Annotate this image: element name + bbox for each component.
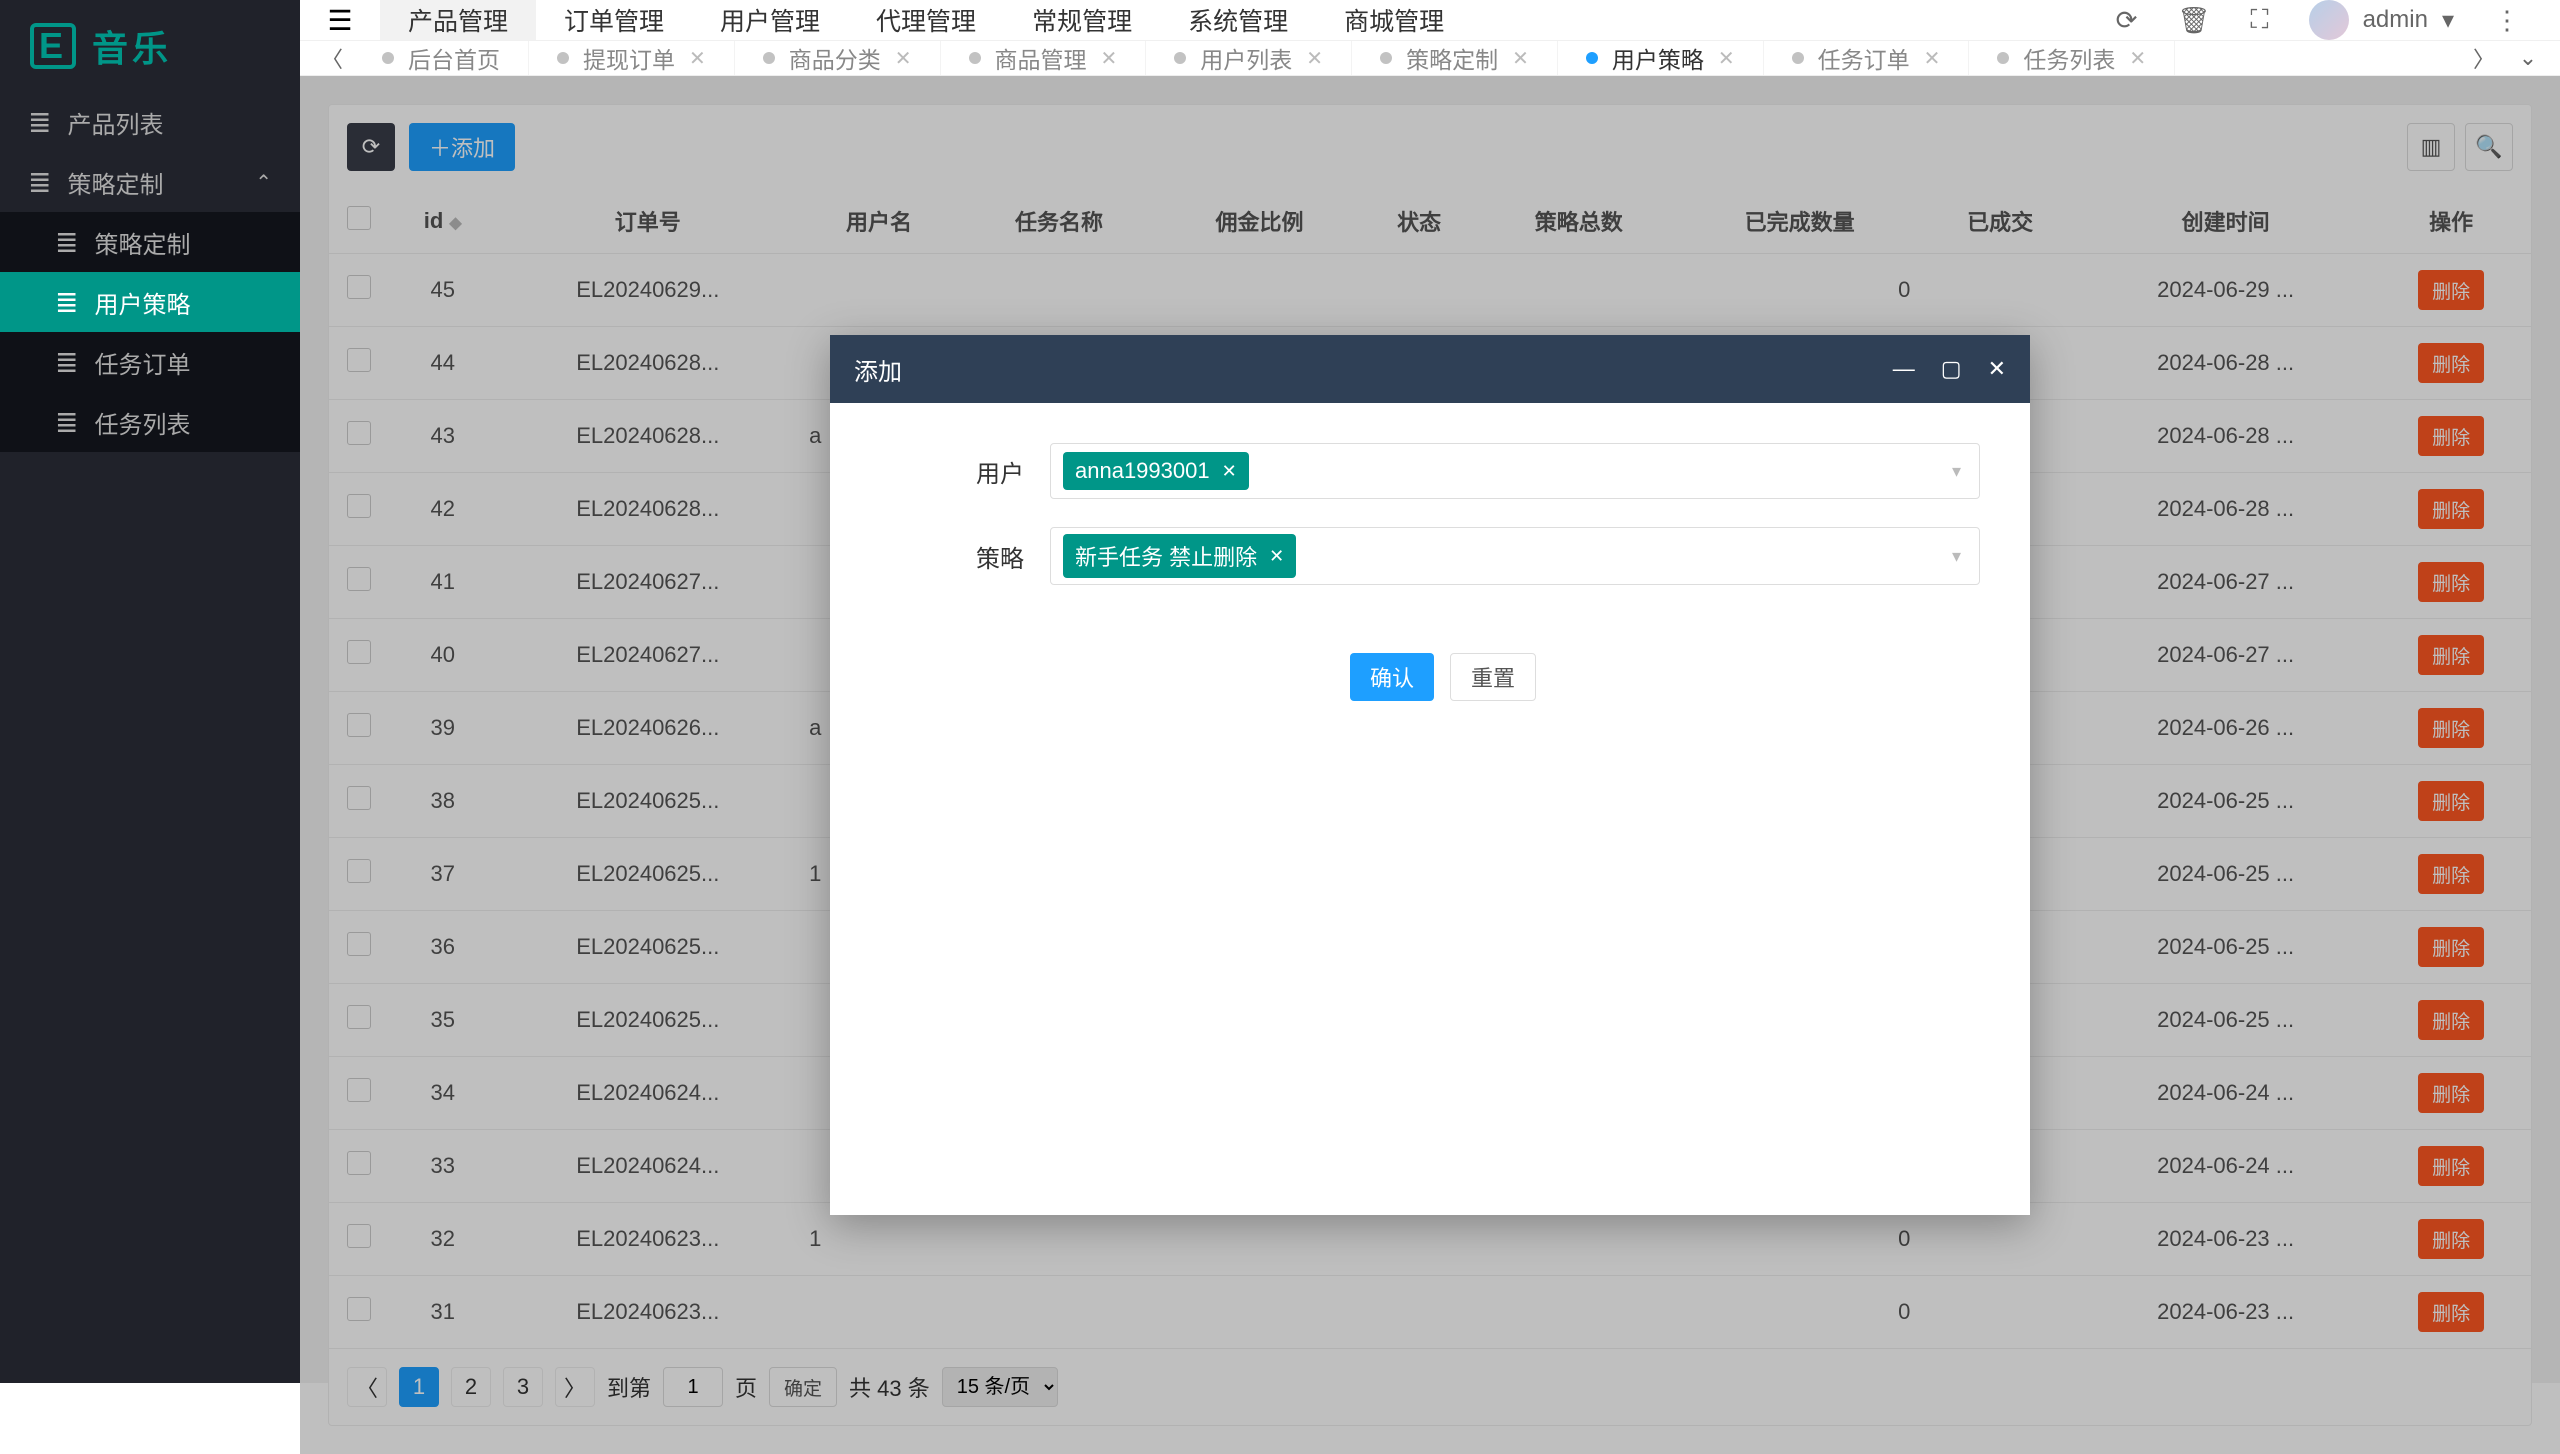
tab-label: 用户策略 [1612, 41, 1704, 75]
strategy-select[interactable]: 新手任务 禁止删除 ✕ ▾ [1050, 527, 1980, 585]
sidebar-item-label: 产品列表 [67, 105, 163, 140]
tab[interactable]: 后台首页 [354, 41, 529, 75]
topmenu-item[interactable]: 产品管理 [380, 0, 536, 40]
tab[interactable]: 任务列表 ✕ [1969, 41, 2175, 75]
caret-down-icon: ▾ [2442, 6, 2454, 35]
tab-label: 商品分类 [789, 41, 881, 75]
tab-dot-icon [763, 52, 775, 64]
tab-dot-icon [1586, 52, 1598, 64]
user-tag-remove-icon[interactable]: ✕ [1222, 461, 1237, 482]
sidebar-item-strategy-group[interactable]: 策略定制 ⌃ [0, 152, 300, 212]
more-icon[interactable]: ⋮ [2494, 5, 2520, 36]
sidebar-item-label: 策略定制 [67, 165, 163, 200]
fullscreen-icon[interactable]: ⛶ [2250, 4, 2268, 36]
tab-dot-icon [382, 52, 394, 64]
topmenu-item[interactable]: 商城管理 [1316, 0, 1472, 40]
tab-close-icon[interactable]: ✕ [2129, 46, 2146, 71]
topmenu-item[interactable]: 订单管理 [536, 0, 692, 40]
sidebar-item-label: 任务列表 [94, 405, 190, 440]
trash-icon[interactable]: 🗑 [2177, 5, 2210, 36]
strategy-tag-remove-icon[interactable]: ✕ [1269, 546, 1284, 567]
tabs-scroll-left[interactable]: 〈 [310, 41, 354, 75]
tab-label: 任务列表 [2023, 41, 2115, 75]
topmenu-item[interactable]: 代理管理 [848, 0, 1004, 40]
topmenu-item[interactable]: 用户管理 [692, 0, 848, 40]
sidebar-item-task-order[interactable]: 任务订单 [0, 332, 300, 392]
sidebar-item-task-list[interactable]: 任务列表 [0, 392, 300, 452]
form-label-strategy: 策略 [880, 539, 1050, 574]
tab-label: 提现订单 [583, 41, 675, 75]
header: ☰ 产品管理订单管理用户管理代理管理常规管理系统管理商城管理 ⟳ 🗑 ⛶ adm… [300, 0, 2560, 41]
tab-dot-icon [557, 52, 569, 64]
sidebar-item-strategy-custom[interactable]: 策略定制 [0, 212, 300, 272]
sidebar-toggle-button[interactable]: ☰ [300, 4, 380, 37]
refresh-icon[interactable]: ⟳ [2116, 5, 2138, 36]
tab-close-icon[interactable]: ✕ [1924, 46, 1941, 71]
user-tag-label: anna1993001 [1075, 458, 1210, 484]
tab[interactable]: 提现订单 ✕ [529, 41, 735, 75]
dialog-minimize-icon[interactable]: — [1893, 356, 1915, 382]
brand-text: 音乐 [92, 20, 172, 72]
sidebar-item-user-strategy[interactable]: 用户策略 [0, 272, 300, 332]
tab[interactable]: 商品管理 ✕ [941, 41, 1147, 75]
logo: E 音乐 [0, 0, 300, 92]
sidebar-item-label: 任务订单 [94, 345, 190, 380]
list-icon [55, 286, 78, 319]
sidebar-item-label: 策略定制 [94, 225, 190, 260]
form-label-user: 用户 [880, 454, 1050, 489]
tab[interactable]: 用户策略 ✕ [1558, 41, 1764, 75]
tab-dot-icon [1997, 52, 2009, 64]
tab-close-icon[interactable]: ✕ [1512, 46, 1529, 71]
tab-label: 商品管理 [995, 41, 1087, 75]
tab[interactable]: 用户列表 ✕ [1146, 41, 1352, 75]
avatar [2309, 0, 2349, 40]
dialog-title: 添加 [854, 352, 902, 387]
user-select[interactable]: anna1993001 ✕ ▾ [1050, 443, 1980, 499]
strategy-tag: 新手任务 禁止删除 ✕ [1063, 534, 1296, 578]
tabs-scroll-right[interactable]: 〉 [2462, 41, 2506, 75]
username: admin [2363, 6, 2428, 34]
tab-dot-icon [1792, 52, 1804, 64]
tabs-bar: 〈 后台首页提现订单✕商品分类✕商品管理✕用户列表✕策略定制✕用户策略✕任务订单… [300, 41, 2560, 76]
sidebar-item-product-list[interactable]: 产品列表 [0, 92, 300, 152]
tab-close-icon[interactable]: ✕ [895, 46, 912, 71]
list-icon [28, 166, 51, 199]
sidebar-item-label: 用户策略 [94, 285, 190, 320]
tab-label: 后台首页 [408, 41, 500, 75]
tab-dot-icon [969, 52, 981, 64]
user-tag: anna1993001 ✕ [1063, 452, 1249, 490]
tab[interactable]: 商品分类 ✕ [735, 41, 941, 75]
tab-close-icon[interactable]: ✕ [1306, 46, 1323, 71]
strategy-tag-label: 新手任务 禁止删除 [1075, 540, 1257, 572]
tab-label: 任务订单 [1818, 41, 1910, 75]
add-dialog: 添加 — ▢ ✕ 用户 anna1993001 ✕ ▾ 策略 [830, 335, 2030, 1215]
dialog-confirm-button[interactable]: 确认 [1350, 653, 1434, 701]
list-icon [55, 346, 78, 379]
tab-dot-icon [1380, 52, 1392, 64]
dropdown-icon: ▾ [1952, 546, 1961, 567]
user-menu[interactable]: admin ▾ [2309, 0, 2454, 40]
tabs-dropdown[interactable]: ⌄ [2506, 41, 2550, 75]
tab-label: 用户列表 [1200, 41, 1292, 75]
dialog-reset-button[interactable]: 重置 [1450, 653, 1536, 701]
dropdown-icon: ▾ [1952, 461, 1961, 482]
tab-close-icon[interactable]: ✕ [1718, 46, 1735, 71]
logo-e-icon: E [30, 23, 76, 69]
topmenu-item[interactable]: 系统管理 [1160, 0, 1316, 40]
tab[interactable]: 任务订单 ✕ [1764, 41, 1970, 75]
dialog-maximize-icon[interactable]: ▢ [1941, 356, 1962, 382]
topmenu-item[interactable]: 常规管理 [1004, 0, 1160, 40]
sidebar: E 音乐 产品列表 策略定制 ⌃ 策略定制 用户策略 任务订单 [0, 0, 300, 1383]
tab[interactable]: 策略定制 ✕ [1352, 41, 1558, 75]
list-icon [28, 106, 51, 139]
list-icon [55, 226, 78, 259]
tab-dot-icon [1174, 52, 1186, 64]
tab-close-icon[interactable]: ✕ [689, 46, 706, 71]
chevron-up-icon: ⌃ [255, 170, 272, 195]
list-icon [55, 406, 78, 439]
tab-close-icon[interactable]: ✕ [1101, 46, 1118, 71]
dialog-close-icon[interactable]: ✕ [1988, 356, 2006, 382]
tab-label: 策略定制 [1406, 41, 1498, 75]
